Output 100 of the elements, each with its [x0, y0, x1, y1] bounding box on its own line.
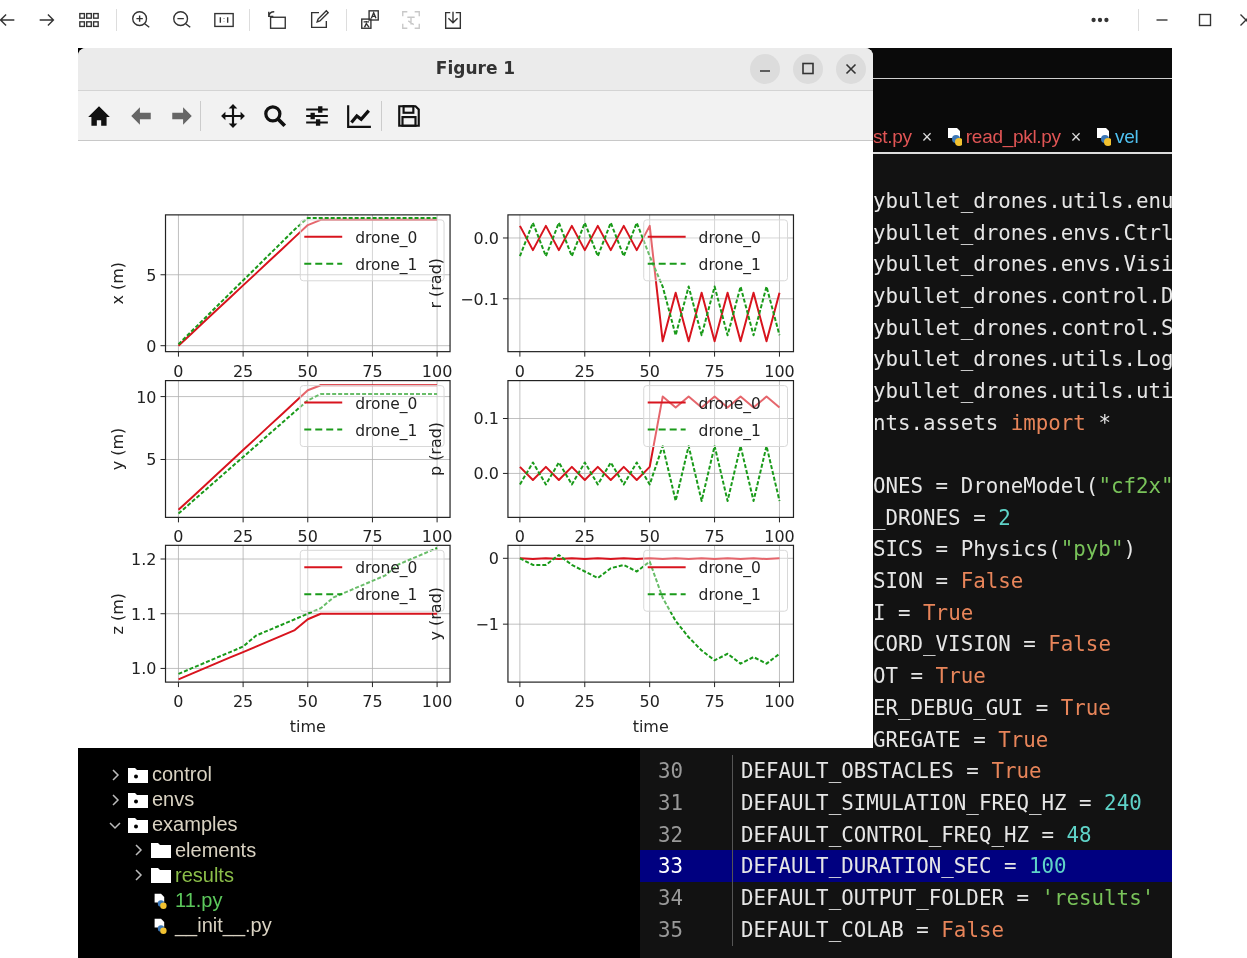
tick-label: 100 [421, 361, 453, 381]
axis-label: x (m) [107, 262, 127, 305]
code-line: I = True [873, 600, 974, 625]
tick-label: 0 [514, 361, 525, 381]
axis-label: z (m) [107, 593, 127, 635]
tree-item[interactable]: control [152, 763, 213, 787]
tick-label: 1.0 [131, 659, 157, 679]
window-title: Figure 1 [435, 58, 516, 78]
legend-label: drone_0 [355, 394, 418, 413]
tick-label: 50 [297, 692, 318, 712]
save-icon[interactable] [396, 102, 422, 129]
legend-swatch [646, 593, 687, 596]
tick-label: 75 [362, 361, 383, 381]
line-number: 31 [658, 790, 684, 815]
minimize-button[interactable] [750, 54, 780, 84]
search-icon[interactable] [262, 102, 288, 129]
tick-label: 25 [232, 527, 254, 547]
legend-label: drone_1 [355, 421, 418, 440]
code-line: DEFAULT_DURATION_SEC = 100 [741, 854, 1067, 879]
legend-swatch [303, 262, 344, 265]
tick-label: 100 [764, 527, 795, 547]
code-line: ER_DEBUG_GUI = True [873, 695, 1111, 720]
tick-label: 0 [173, 692, 184, 712]
tick-label: 50 [297, 527, 318, 547]
legend-label: drone_1 [355, 255, 418, 274]
tick-label: 0.0 [473, 464, 499, 484]
translate-icon[interactable] [359, 9, 381, 31]
legend-swatch [303, 566, 344, 569]
tick-label: 25 [574, 361, 595, 381]
legend-swatch [646, 401, 687, 404]
tick-label: 25 [232, 361, 254, 381]
tree-item[interactable]: envs [152, 788, 195, 812]
edit-icon[interactable] [308, 9, 330, 31]
tick-label: 75 [362, 692, 383, 712]
tree-item[interactable]: examples [152, 813, 238, 837]
code-line: ybullet_drones.utils.uti [873, 378, 1172, 403]
code-line: GREGATE = True [873, 727, 1049, 752]
tick-label: 100 [764, 361, 795, 381]
code-line: CORD_VISION = False [873, 632, 1111, 657]
code-line: DEFAULT_CONTROL_FREQ_HZ = 48 [741, 822, 1092, 847]
code-line: ybullet_drones.control.D [873, 283, 1172, 308]
axis-label: time [632, 717, 669, 737]
tick-label: 0 [173, 361, 184, 381]
zoom-in-icon[interactable] [130, 9, 152, 31]
tree-item[interactable]: 11.py [175, 889, 223, 913]
tree-item[interactable]: elements [175, 838, 257, 862]
tick-label: 0 [514, 527, 525, 547]
tick-label: 1.2 [131, 550, 157, 569]
tick-label: 50 [639, 692, 660, 712]
legend-label: drone_0 [698, 559, 761, 578]
editor-tab[interactable]: vel [1095, 126, 1139, 148]
maximize-button[interactable] [793, 54, 823, 84]
download-icon[interactable] [442, 9, 464, 31]
folder-icon [151, 867, 171, 884]
legend-label: drone_0 [355, 559, 418, 578]
line-number: 30 [658, 759, 684, 784]
editor-tab[interactable]: st.py × [873, 126, 932, 148]
legend-label: drone_0 [698, 228, 761, 247]
tree-item[interactable]: results [175, 863, 234, 887]
code-line: SION = False [873, 569, 1024, 594]
line-number: 33 [658, 854, 684, 879]
axis-label: y (m) [107, 427, 127, 471]
tab-close-button[interactable]: × [921, 126, 932, 148]
axis-label: r (rad) [426, 257, 446, 309]
tick-label: 0 [146, 336, 157, 356]
editor-tab[interactable]: read_pkl.py × [945, 126, 1081, 148]
code-line: ybullet_drones.envs.Visi [873, 252, 1172, 277]
legend-label: drone_1 [698, 421, 761, 440]
tree-item[interactable]: __init__.py [175, 914, 272, 938]
tick-label: 75 [362, 527, 383, 547]
code-line: _DRONES = 2 [873, 505, 1011, 530]
zoom-out-icon[interactable] [171, 9, 193, 31]
tick-label: 5 [146, 450, 157, 470]
package-folder-icon [128, 816, 148, 833]
line-chart-icon[interactable] [346, 102, 372, 129]
code-line: DEFAULT_SIMULATION_FREQ_HZ = 240 [741, 790, 1142, 815]
move-icon[interactable] [220, 102, 246, 129]
code-line: ybullet_drones.control.S [873, 315, 1172, 340]
legend-swatch [303, 235, 344, 238]
package-folder-icon [128, 766, 148, 783]
code-line: nts.assets import * [873, 410, 1111, 435]
legend-swatch [303, 593, 344, 596]
tick-label: −0.1 [460, 289, 499, 309]
legend-swatch [303, 401, 344, 404]
tick-label: 25 [232, 692, 254, 712]
code-line: ONES = DroneModel("cf2x" [873, 474, 1172, 499]
code-line: ybullet_drones.utils.Log [873, 347, 1172, 372]
code-line: DEFAULT_COLAB = False [741, 917, 1004, 942]
rotate-icon[interactable] [266, 9, 288, 31]
axis-label: p (rad) [426, 421, 446, 477]
tick-label: 100 [421, 527, 453, 547]
line-number: 35 [658, 917, 684, 942]
close-button[interactable] [836, 54, 866, 84]
tab-close-button[interactable]: × [1070, 126, 1081, 148]
code-line: DEFAULT_OBSTACLES = True [741, 759, 1042, 784]
tick-label: 75 [704, 361, 725, 381]
legend-swatch [646, 428, 687, 431]
legend-swatch [646, 262, 687, 265]
tick-label: 50 [639, 361, 660, 381]
tick-label: 75 [704, 527, 725, 547]
